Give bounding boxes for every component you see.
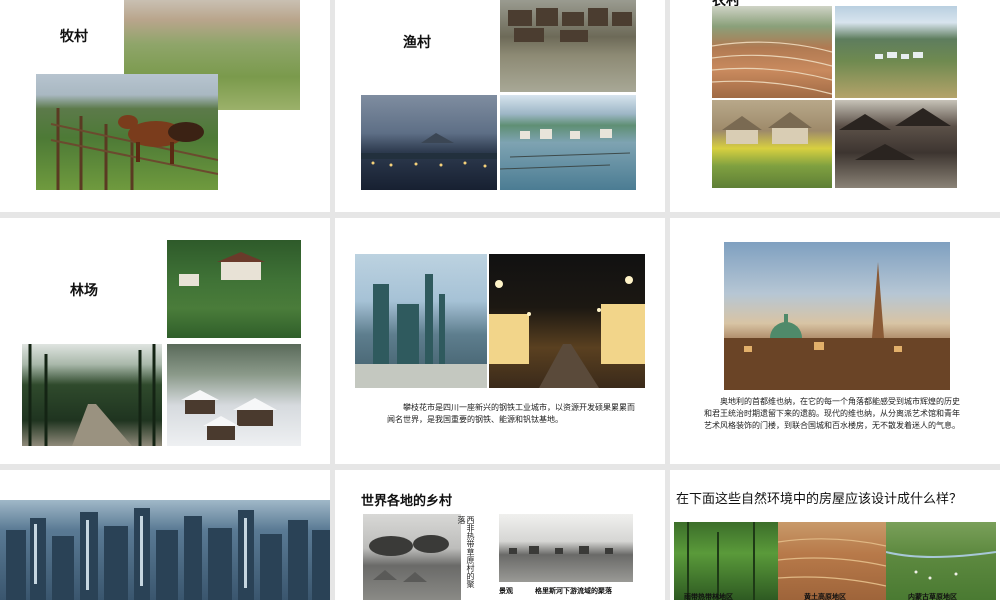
slide-vienna[interactable]: 奥地利的首都维也纳，在它的每一个角落都能感受到城市辉煌的历史和君王统治时期遗留下… xyxy=(670,218,1000,464)
photo-rainforest xyxy=(674,522,778,600)
photo-tulou-roofs xyxy=(835,100,957,188)
vienna-caption: 奥地利的首都维也纳，在它的每一个角落都能感受到城市辉煌的历史和君王统治时期遗留下… xyxy=(704,397,960,430)
slide-farm[interactable]: 农村 xyxy=(670,0,1000,212)
slide-title: 渔村 xyxy=(403,35,431,51)
photo-forest-road xyxy=(22,344,162,446)
photo-steel-mill xyxy=(355,254,487,388)
photo-rapeseed-houses xyxy=(712,100,832,188)
river-caption: 格里斯河下游流域的聚落 xyxy=(535,587,612,595)
slide-city-skyline[interactable] xyxy=(0,470,330,600)
slide-house-question[interactable]: 在下面这些自然环境中的房屋应该设计成什么样？ 雨带热带林地区 黄土高原地区 内蒙… xyxy=(670,470,1000,600)
slide-fishing[interactable]: 渔村 xyxy=(335,0,665,212)
savanna-caption: 西非热带草原村的聚落 xyxy=(457,516,475,588)
photo-loess-plateau xyxy=(778,522,886,600)
photo-night-street xyxy=(489,254,645,388)
river-caption-left: 景观 xyxy=(499,587,513,595)
photo-dense-skyline xyxy=(0,500,330,600)
slide-title: 在下面这些自然环境中的房屋应该设计成什么样？ xyxy=(676,492,963,507)
photo-grassland-plain xyxy=(886,522,996,600)
photo-mountain-village xyxy=(835,6,957,98)
photo-forest-houses xyxy=(167,240,301,338)
steel-city-caption: 攀枝花市是四川一座新兴的钢铁工业城市，以资源开发硕果累累而闻名世界，是我国重要的… xyxy=(387,403,635,424)
slide-steel-city[interactable]: 攀枝花市是四川一座新兴的钢铁工业城市，以资源开发硕果累累而闻名世界，是我国重要的… xyxy=(335,218,665,464)
slide-title: 世界各地的乡村 xyxy=(361,494,453,509)
photo-river-village xyxy=(499,514,633,582)
slide-title: 林场 xyxy=(70,283,98,299)
photo-snow-village xyxy=(167,344,301,446)
photo-harbor-night xyxy=(361,95,497,190)
slide-title: 牧村 xyxy=(60,29,88,45)
slide-world-villages[interactable]: 世界各地的乡村 西非热带草原村的聚落 景观 格里斯河下游流域的聚落 xyxy=(335,470,665,600)
photo-horses xyxy=(36,74,218,190)
photo-terraces xyxy=(712,6,832,98)
photo-vienna-skyline xyxy=(724,242,950,390)
slide-pasture[interactable]: 牧村 xyxy=(0,0,330,212)
photo-fish-farm xyxy=(500,95,636,190)
photo-savanna-village xyxy=(363,514,461,600)
label-rainforest: 雨带热带林地区 xyxy=(684,593,733,600)
slide-forest[interactable]: 林场 xyxy=(0,218,330,464)
photo-stilt-houses xyxy=(500,0,636,92)
label-loess: 黄土高原地区 xyxy=(804,593,846,600)
horses-illustration xyxy=(50,108,218,190)
label-grassland: 内蒙古草原地区 xyxy=(908,593,957,600)
